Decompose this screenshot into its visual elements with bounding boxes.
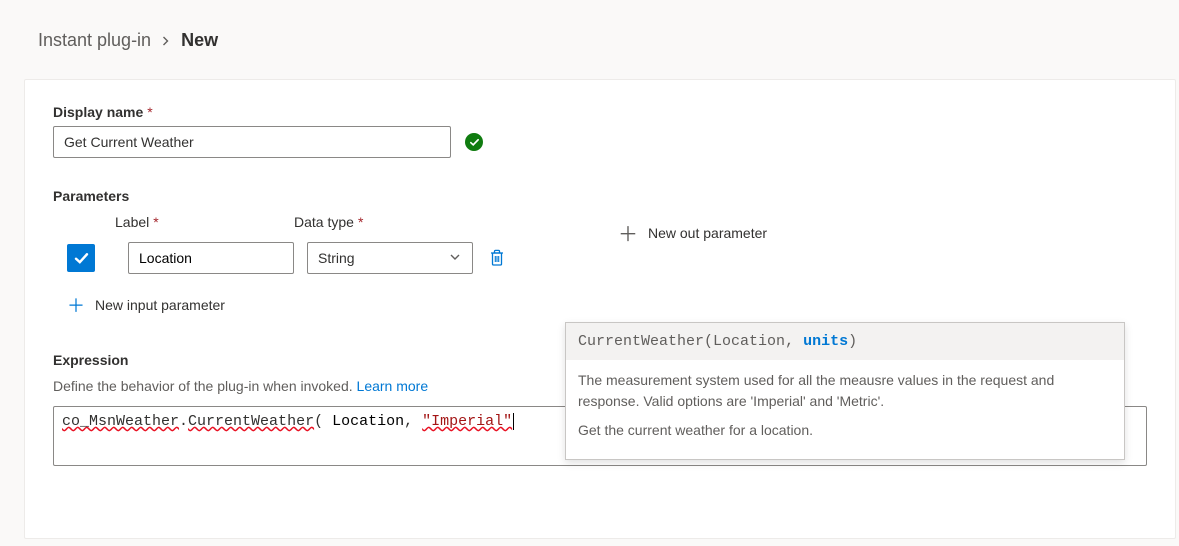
display-name-label: Display name* [53, 104, 1147, 120]
intellisense-description: The measurement system used for all the … [566, 360, 1124, 459]
new-input-parameter-button[interactable]: ＋ New input parameter [67, 292, 508, 318]
text-cursor [513, 413, 514, 430]
plus-icon: ＋ [618, 218, 638, 247]
parameter-row: String [67, 242, 508, 274]
check-circle-icon [465, 133, 483, 151]
label-column-header: Label* [115, 214, 281, 230]
plus-icon: ＋ [67, 292, 85, 318]
input-parameters: Label* Data type* String [53, 214, 508, 318]
breadcrumb: Instant plug-in New [0, 0, 1179, 51]
output-parameters: ＋ New out parameter [618, 214, 767, 318]
intellisense-tooltip: CurrentWeather(Location, units) The meas… [565, 322, 1125, 460]
parameter-checkbox[interactable] [67, 244, 95, 272]
type-column-header: Data type* [294, 214, 460, 230]
learn-more-link[interactable]: Learn more [357, 378, 429, 394]
required-star: * [147, 104, 152, 120]
chevron-down-icon [448, 250, 462, 267]
breadcrumb-current: New [181, 30, 218, 51]
parameter-label-input[interactable] [128, 242, 294, 274]
intellisense-signature: CurrentWeather(Location, units) [566, 323, 1124, 360]
new-out-parameter-button[interactable]: ＋ New out parameter [618, 218, 767, 247]
parameter-type-dropdown[interactable]: String [307, 242, 473, 274]
parameters-heading: Parameters [53, 188, 1147, 204]
delete-icon[interactable] [486, 247, 508, 269]
display-name-input[interactable] [53, 126, 451, 158]
form-panel: Display name* Parameters Label* Data typ… [24, 79, 1176, 539]
breadcrumb-parent[interactable]: Instant plug-in [38, 30, 151, 51]
chevron-right-icon [161, 30, 171, 51]
